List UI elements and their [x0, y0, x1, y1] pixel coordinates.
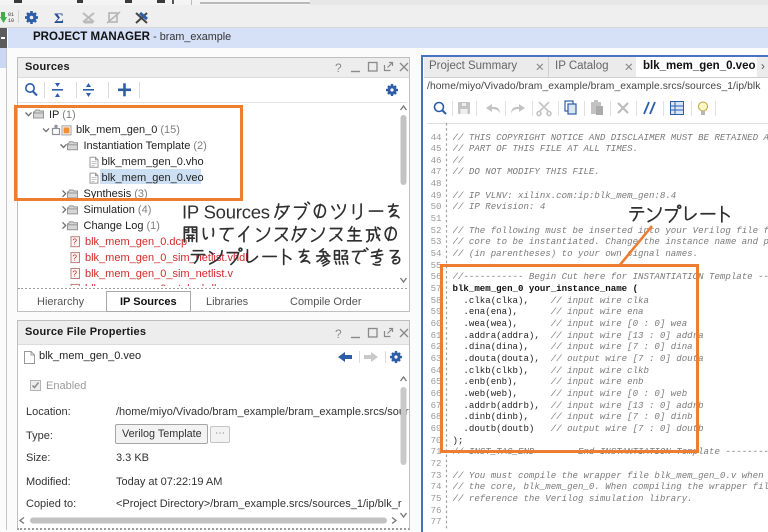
svg-text:?: ?	[335, 327, 342, 341]
svg-text:10: 10	[8, 18, 14, 24]
svg-text:?: ?	[335, 61, 342, 75]
svg-text:Σ: Σ	[54, 11, 64, 27]
